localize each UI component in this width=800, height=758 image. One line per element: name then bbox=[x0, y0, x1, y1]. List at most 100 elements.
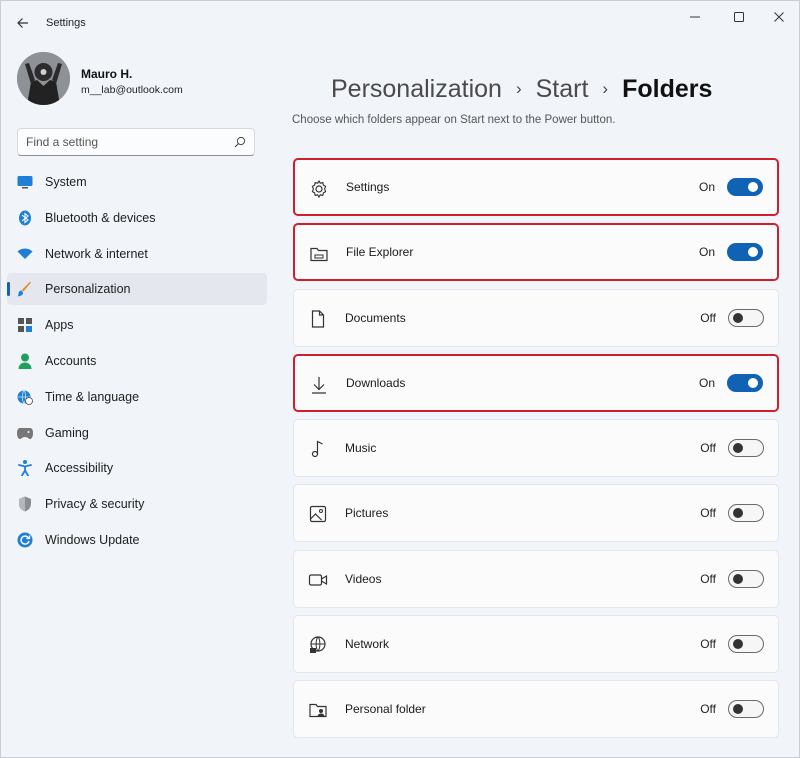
chevron-right-icon: › bbox=[602, 79, 609, 98]
sidebar-item-label: Accessibility bbox=[45, 461, 114, 476]
toggle-state-text: Off bbox=[700, 310, 716, 325]
apps-icon bbox=[17, 317, 33, 333]
sidebar-item-apps[interactable]: Apps bbox=[7, 309, 267, 341]
sidebar-nav: System Bluetooth & devices Network & int… bbox=[7, 166, 267, 560]
search-box[interactable] bbox=[17, 128, 255, 156]
video-icon bbox=[308, 574, 328, 586]
sidebar-item-time-language[interactable]: Time & language bbox=[7, 381, 267, 413]
maximize-button[interactable] bbox=[721, 7, 757, 27]
back-button[interactable] bbox=[13, 13, 33, 33]
documents-toggle[interactable] bbox=[728, 308, 764, 327]
close-icon bbox=[774, 12, 784, 22]
folder-label: Videos bbox=[345, 571, 382, 586]
update-icon bbox=[17, 532, 33, 548]
sidebar-item-label: Bluetooth & devices bbox=[45, 210, 156, 225]
user-email: m__lab@outlook.com bbox=[81, 84, 183, 96]
network-toggle[interactable] bbox=[728, 635, 764, 654]
folder-row-network: Network Off bbox=[293, 615, 779, 674]
document-icon bbox=[311, 309, 325, 328]
sidebar-item-gaming[interactable]: Gaming bbox=[7, 417, 267, 449]
sidebar-item-personalization[interactable]: Personalization bbox=[7, 273, 267, 306]
gamepad-icon bbox=[17, 425, 33, 441]
toggle-state-text: Off bbox=[700, 441, 716, 456]
bluetooth-icon bbox=[17, 210, 33, 226]
breadcrumb-personalization[interactable]: Personalization bbox=[331, 75, 502, 104]
folder-label: File Explorer bbox=[346, 245, 414, 260]
folder-row-documents: Documents Off bbox=[293, 288, 779, 347]
title-bar: Settings bbox=[1, 1, 799, 45]
personal-folder-icon bbox=[309, 704, 327, 718]
settings-toggle[interactable] bbox=[727, 178, 763, 196]
picture-icon bbox=[309, 506, 327, 523]
sidebar-item-label: Windows Update bbox=[45, 532, 140, 547]
network-icon bbox=[310, 636, 326, 654]
close-button[interactable] bbox=[761, 7, 797, 27]
avatar-figure-icon bbox=[17, 52, 70, 105]
search-icon bbox=[234, 136, 246, 148]
sidebar-item-accounts[interactable]: Accounts bbox=[7, 345, 267, 377]
toggle-state-text: Off bbox=[700, 506, 716, 521]
minimize-icon bbox=[690, 16, 700, 18]
sidebar-item-label: Time & language bbox=[45, 389, 140, 404]
toggle-state-text: Off bbox=[700, 571, 716, 586]
search-input[interactable] bbox=[18, 129, 228, 155]
sidebar-item-label: Apps bbox=[45, 318, 74, 333]
sidebar-item-privacy-security[interactable]: Privacy & security bbox=[7, 488, 267, 520]
sidebar-item-label: Gaming bbox=[45, 425, 89, 440]
minimize-button[interactable] bbox=[677, 7, 713, 27]
back-arrow-icon bbox=[17, 18, 28, 28]
wifi-icon bbox=[17, 246, 33, 262]
breadcrumb: Personalization › Start › Folders bbox=[331, 73, 712, 105]
personal-folder-toggle[interactable] bbox=[728, 700, 764, 719]
toggle-state-text: Off bbox=[700, 637, 716, 652]
avatar[interactable] bbox=[17, 52, 70, 105]
folder-label: Settings bbox=[346, 180, 390, 194]
accessibility-icon bbox=[17, 460, 33, 477]
folder-label: Pictures bbox=[345, 506, 389, 521]
download-icon bbox=[312, 376, 326, 394]
folder-label: Network bbox=[345, 637, 390, 652]
sidebar-item-label: Network & internet bbox=[45, 246, 148, 261]
folder-row-file-explorer: File Explorer On bbox=[293, 223, 779, 282]
toggle-state-text: Off bbox=[700, 702, 716, 717]
videos-toggle[interactable] bbox=[728, 569, 764, 588]
shield-icon bbox=[17, 496, 33, 512]
folder-label: Downloads bbox=[346, 375, 406, 390]
page-title: Folders bbox=[622, 74, 713, 103]
folder-label: Personal folder bbox=[345, 702, 426, 717]
accounts-icon bbox=[17, 353, 33, 369]
folder-row-downloads: Downloads On bbox=[293, 353, 779, 412]
file-explorer-toggle[interactable] bbox=[727, 243, 763, 262]
folder-row-videos: Videos Off bbox=[293, 549, 779, 608]
toggle-state-text: On bbox=[698, 375, 715, 390]
sidebar-item-accessibility[interactable]: Accessibility bbox=[7, 452, 267, 484]
system-icon bbox=[17, 174, 33, 190]
folder-label: Music bbox=[345, 441, 377, 456]
maximize-icon bbox=[734, 12, 744, 22]
pictures-toggle[interactable] bbox=[728, 504, 764, 523]
sidebar-item-bluetooth[interactable]: Bluetooth & devices bbox=[7, 202, 267, 234]
chevron-right-icon: › bbox=[515, 79, 522, 98]
settings-window: Settings Mauro H. m__lab@outlook.com Fin… bbox=[0, 0, 800, 758]
breadcrumb-start[interactable]: Start bbox=[536, 75, 589, 104]
sidebar-item-network[interactable]: Network & internet bbox=[7, 238, 267, 270]
sidebar-item-label: System bbox=[45, 175, 87, 189]
music-toggle[interactable] bbox=[728, 439, 764, 458]
sidebar-item-label: Personalization bbox=[45, 282, 131, 297]
user-name: Mauro H. bbox=[81, 67, 133, 81]
globe-clock-icon bbox=[17, 389, 33, 405]
gear-icon bbox=[311, 179, 327, 199]
downloads-toggle[interactable] bbox=[727, 373, 763, 392]
toggle-state-text: On bbox=[698, 180, 715, 194]
brush-icon bbox=[17, 281, 33, 297]
music-icon bbox=[311, 440, 323, 458]
toggle-state-text: On bbox=[698, 245, 715, 260]
file-explorer-icon bbox=[310, 248, 328, 262]
sidebar-item-label: Privacy & security bbox=[45, 497, 145, 512]
folder-row-personal-folder: Personal folder Off bbox=[293, 680, 779, 739]
page-description: Choose which folders appear on Start nex… bbox=[292, 114, 616, 126]
sidebar-item-windows-update[interactable]: Windows Update bbox=[7, 524, 267, 556]
app-title: Settings bbox=[46, 17, 86, 29]
folder-label: Documents bbox=[345, 310, 406, 325]
sidebar-item-system[interactable]: System bbox=[7, 166, 267, 198]
